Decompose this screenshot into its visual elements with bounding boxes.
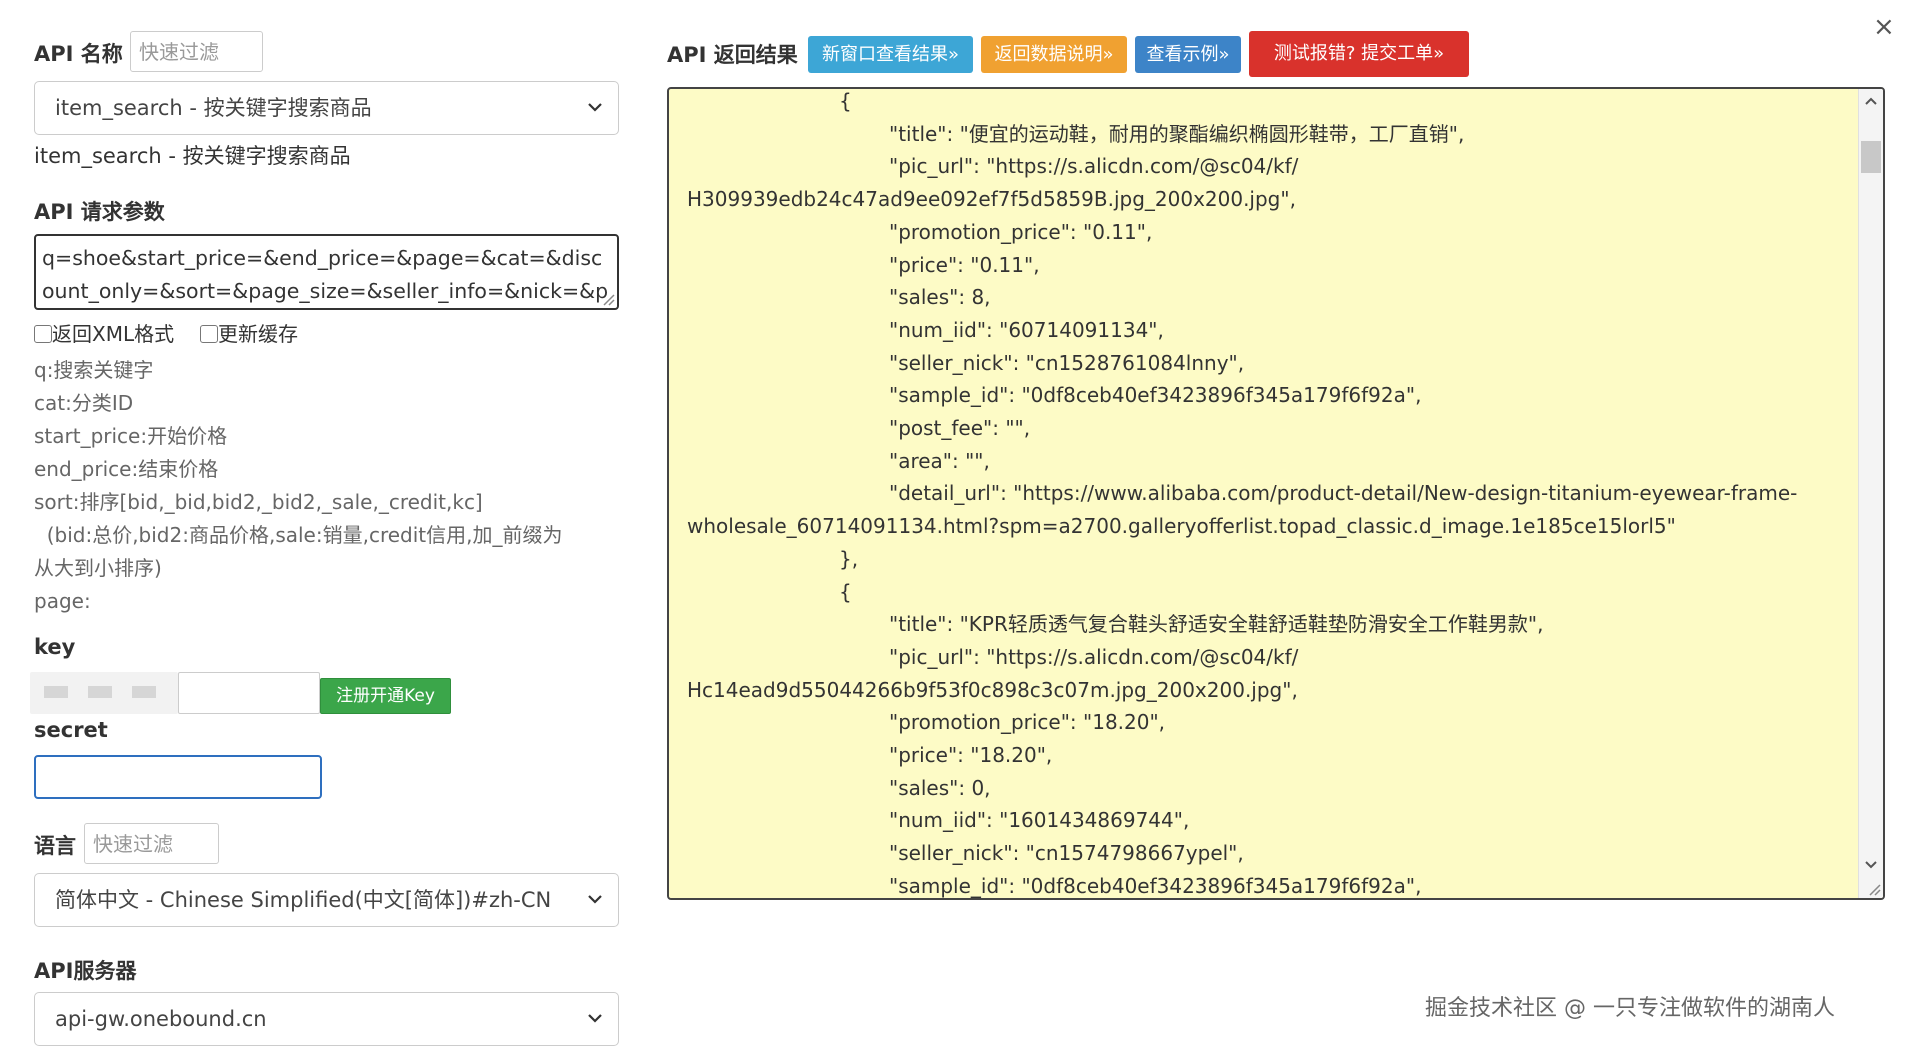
code-line: Hc14ead9d55044266b9f53f0c898c3c07m.jpg_2…: [687, 677, 1298, 702]
lang-filter-input[interactable]: [84, 823, 219, 864]
param-desc-line: sort:排序[bid,_bid,bid2,_bid2,_sale,_credi…: [34, 490, 483, 514]
code-line: "title": "便宜的运动鞋，耐用的聚酯编织椭圆形鞋带，工厂直销",: [889, 121, 1465, 146]
code-line: "num_iid": "60714091134",: [889, 317, 1164, 342]
param-desc-line: (bid:总价,bid2:商品价格,sale:销量,credit信用,加_前缀为: [34, 523, 563, 547]
api-name-filter-input[interactable]: [130, 31, 263, 72]
key-input[interactable]: [178, 672, 320, 714]
code-line: "sales": 0,: [889, 775, 991, 800]
secret-label: secret: [34, 718, 108, 742]
cache-checkbox[interactable]: [200, 325, 218, 343]
server-label: API服务器: [34, 959, 137, 983]
scroll-up-icon[interactable]: [1864, 95, 1878, 107]
code-line: wholesale_60714091134.html?spm=a2700.gal…: [687, 514, 1676, 539]
scroll-down-icon[interactable]: [1864, 859, 1878, 871]
code-line: "detail_url": "https://www.alibaba.com/p…: [889, 481, 1798, 506]
code-line: "title": "KPR轻质透气复合鞋头舒适安全鞋舒适鞋垫防滑安全工作鞋男款"…: [889, 612, 1544, 637]
code-line: {: [839, 579, 852, 604]
code-line: "promotion_price": "0.11",: [889, 219, 1153, 244]
chevron-down-icon: [588, 895, 602, 904]
xml-checkbox-label: 返回XML格式: [52, 322, 175, 346]
code-line: "post_fee": "",: [889, 416, 1031, 440]
params-textarea[interactable]: q=shoe&start_price=&end_price=&page=&cat…: [34, 234, 619, 310]
code-line: "price": "18.20",: [889, 743, 1053, 767]
key-blurred-value: [30, 672, 178, 714]
view-example-button[interactable]: 查看示例»: [1135, 36, 1241, 73]
cache-checkbox-label: 更新缓存: [218, 322, 298, 346]
code-line: "sample_id": "0df8ceb40ef3423896f345a179…: [889, 383, 1422, 408]
key-label: key: [34, 635, 76, 659]
api-selected-desc: item_search - 按关键字搜索商品: [34, 144, 351, 168]
submit-ticket-button[interactable]: 测试报错? 提交工单»: [1249, 31, 1469, 77]
code-line: "seller_nick": "cn1528761084lnny",: [889, 350, 1245, 375]
server-select[interactable]: api-gw.onebound.cn: [34, 992, 619, 1046]
xml-option[interactable]: 返回XML格式: [34, 318, 174, 347]
open-new-window-button[interactable]: 新窗口查看结果»: [808, 36, 973, 73]
result-textarea[interactable]: { "title": "便宜的运动鞋，耐用的聚酯编织椭圆形鞋带，工厂直销", "pi…: [667, 87, 1885, 900]
register-key-button[interactable]: 注册开通Key: [320, 678, 451, 714]
chevron-down-icon: [588, 1014, 602, 1023]
code-line: {: [839, 89, 852, 113]
close-icon[interactable]: ×: [1873, 14, 1895, 40]
xml-checkbox[interactable]: [34, 325, 52, 343]
code-line: "area": "",: [889, 448, 990, 473]
cache-option[interactable]: 更新缓存: [200, 318, 298, 347]
params-label: API 请求参数: [34, 200, 165, 224]
data-description-button[interactable]: 返回数据说明»: [981, 36, 1127, 73]
param-desc-line: q:搜索关键字: [34, 358, 154, 382]
lang-label: 语言: [34, 834, 76, 858]
code-line: "sample_id": "0df8ceb40ef3423896f345a179…: [889, 873, 1422, 898]
api-name-label: API 名称: [34, 42, 123, 66]
code-line: },: [839, 546, 859, 571]
result-label: API 返回结果: [667, 43, 798, 67]
param-desc-line: start_price:开始价格: [34, 424, 228, 448]
api-name-select[interactable]: item_search - 按关键字搜索商品: [34, 81, 619, 135]
code-line: "num_iid": "1601434869744",: [889, 808, 1190, 833]
code-line: "price": "0.11",: [889, 252, 1040, 277]
chevron-down-icon: [588, 103, 602, 112]
param-desc-line: page:: [34, 589, 91, 613]
code-line: "seller_nick": "cn1574798667ypel",: [889, 841, 1244, 866]
params-value: q=shoe&start_price=&end_price=&page=&cat…: [42, 246, 609, 303]
watermark: 掘金技术社区 @ 一只专注做软件的湖南人: [1425, 996, 1835, 1021]
param-desc-line: end_price:结束价格: [34, 457, 219, 481]
param-description-list: q:搜索关键字 cat:分类ID start_price:开始价格 end_pr…: [34, 354, 563, 618]
code-line: "pic_url": "https://s.alicdn.com/@sc04/k…: [889, 154, 1299, 179]
code-line: "promotion_price": "18.20",: [889, 710, 1166, 735]
code-line: "sales": 8,: [889, 285, 991, 310]
server-select-value: api-gw.onebound.cn: [55, 1007, 267, 1031]
api-name-select-value: item_search - 按关键字搜索商品: [55, 96, 372, 120]
language-select[interactable]: 简体中文 - Chinese Simplified(中文[简体])#zh-CN: [34, 873, 619, 927]
scroll-thumb[interactable]: [1861, 141, 1881, 173]
language-select-value: 简体中文 - Chinese Simplified(中文[简体])#zh-CN: [55, 888, 552, 912]
scrollbar[interactable]: [1858, 89, 1883, 898]
param-desc-line: cat:分类ID: [34, 391, 134, 415]
resize-grip-icon[interactable]: [601, 292, 615, 306]
code-line: "pic_url": "https://s.alicdn.com/@sc04/k…: [889, 644, 1299, 669]
code-line: H309939edb24c47ad9ee092ef7f5d5859B.jpg_2…: [687, 187, 1296, 212]
secret-input[interactable]: [34, 755, 322, 799]
resize-grip-icon[interactable]: [1867, 882, 1881, 896]
param-desc-line: 从大到小排序): [34, 556, 162, 580]
